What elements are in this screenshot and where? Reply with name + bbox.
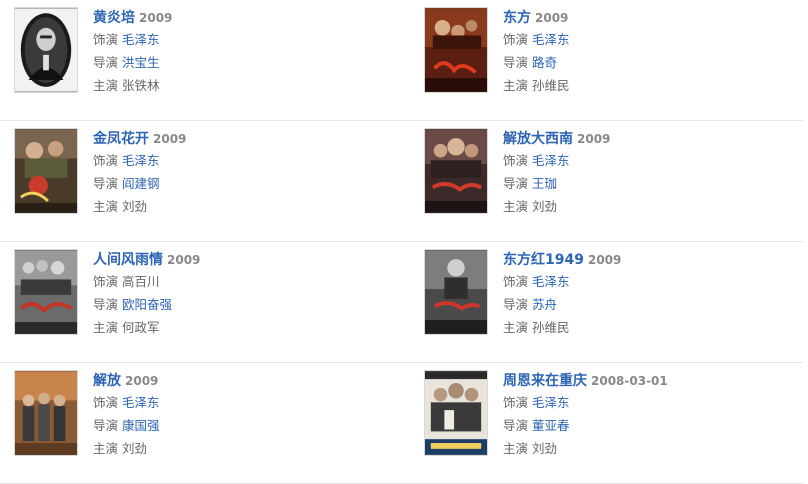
lead-actor: 刘劲 bbox=[122, 199, 148, 214]
film-card: 东方红1949 2009 饰演 毛泽东 导演 苏舟 主演 孙维民 bbox=[424, 242, 808, 363]
film-year: 2009 bbox=[587, 253, 622, 267]
role-label: 饰演 bbox=[93, 274, 119, 289]
film-title-link[interactable]: 周恩来在重庆 bbox=[503, 373, 587, 389]
film-card: 金凤花开 2009 饰演 毛泽东 导演 阎建钢 主演 刘劲 bbox=[14, 121, 404, 242]
film-title-link[interactable]: 东方红1949 bbox=[503, 252, 584, 268]
poster-image[interactable] bbox=[424, 249, 488, 335]
role-label: 饰演 bbox=[503, 274, 529, 289]
lead-label: 主演 bbox=[503, 199, 529, 214]
film-title-link[interactable]: 解放大西南 bbox=[503, 131, 573, 147]
lead-actor: 张铁林 bbox=[122, 78, 160, 93]
film-title-link[interactable]: 黄炎培 bbox=[93, 10, 135, 26]
director-label: 导演 bbox=[93, 176, 119, 191]
film-year: 2009 bbox=[167, 253, 201, 267]
director-label: 导演 bbox=[503, 297, 529, 312]
film-row: 黄炎培 2009 饰演 毛泽东 导演 洪宝生 主演 张铁林 东方 2009 饰演… bbox=[0, 0, 808, 121]
film-title-link[interactable]: 人间风雨情 bbox=[93, 252, 163, 268]
film-year: 2009 bbox=[125, 374, 159, 388]
lead-label: 主演 bbox=[93, 199, 119, 214]
director-label: 导演 bbox=[503, 55, 529, 70]
film-card: 周恩来在重庆 2008-03-01 饰演 毛泽东 导演 董亚春 主演 刘劲 bbox=[424, 363, 808, 484]
lead-label: 主演 bbox=[93, 320, 119, 335]
role-link[interactable]: 毛泽东 bbox=[532, 32, 570, 47]
lead-actor: 刘劲 bbox=[532, 199, 558, 214]
film-row: 金凤花开 2009 饰演 毛泽东 导演 阎建钢 主演 刘劲 解放大西南 2009… bbox=[0, 121, 808, 242]
director-label: 导演 bbox=[93, 418, 119, 433]
film-card: 东方 2009 饰演 毛泽东 导演 路奇 主演 孙维民 bbox=[424, 0, 808, 121]
film-year: 2009 bbox=[153, 132, 187, 146]
lead-label: 主演 bbox=[503, 320, 529, 335]
role-label: 饰演 bbox=[93, 32, 119, 47]
director-link[interactable]: 苏舟 bbox=[532, 297, 557, 312]
poster-image[interactable] bbox=[14, 249, 78, 335]
director-link[interactable]: 洪宝生 bbox=[122, 55, 160, 70]
film-title-link[interactable]: 金凤花开 bbox=[93, 131, 149, 147]
role-label: 饰演 bbox=[93, 395, 119, 410]
lead-label: 主演 bbox=[503, 441, 529, 456]
lead-label: 主演 bbox=[93, 441, 119, 456]
film-row: 解放 2009 饰演 毛泽东 导演 康国强 主演 刘劲 周恩来在重庆 2008-… bbox=[0, 363, 808, 484]
poster-image[interactable] bbox=[424, 128, 488, 214]
film-card: 解放大西南 2009 饰演 毛泽东 导演 王珈 主演 刘劲 bbox=[424, 121, 808, 242]
role-label: 饰演 bbox=[93, 153, 119, 168]
director-link[interactable]: 王珈 bbox=[532, 176, 557, 191]
director-link[interactable]: 路奇 bbox=[532, 55, 557, 70]
poster-image[interactable] bbox=[14, 370, 78, 456]
director-link[interactable]: 欧阳奋强 bbox=[122, 297, 172, 312]
director-link[interactable]: 康国强 bbox=[122, 418, 160, 433]
film-card: 解放 2009 饰演 毛泽东 导演 康国强 主演 刘劲 bbox=[14, 363, 404, 484]
role-name: 高百川 bbox=[122, 274, 160, 289]
lead-actor: 何政军 bbox=[122, 320, 160, 335]
role-link[interactable]: 毛泽东 bbox=[532, 395, 570, 410]
film-card: 人间风雨情 2009 饰演 高百川 导演 欧阳奋强 主演 何政军 bbox=[14, 242, 404, 363]
role-label: 饰演 bbox=[503, 395, 529, 410]
lead-actor: 刘劲 bbox=[532, 441, 558, 456]
film-year: 2008-03-01 bbox=[591, 374, 668, 388]
lead-label: 主演 bbox=[503, 78, 529, 93]
film-year: 2009 bbox=[139, 11, 173, 25]
role-label: 饰演 bbox=[503, 32, 529, 47]
lead-actor: 孙维民 bbox=[532, 78, 570, 93]
poster-image[interactable] bbox=[424, 370, 488, 456]
role-link[interactable]: 毛泽东 bbox=[122, 395, 160, 410]
lead-label: 主演 bbox=[93, 78, 119, 93]
director-label: 导演 bbox=[503, 418, 529, 433]
role-label: 饰演 bbox=[503, 153, 529, 168]
poster-image[interactable] bbox=[14, 128, 78, 214]
poster-image[interactable] bbox=[424, 7, 488, 93]
film-title-link[interactable]: 解放 bbox=[93, 373, 121, 389]
role-link[interactable]: 毛泽东 bbox=[122, 32, 160, 47]
director-label: 导演 bbox=[93, 297, 119, 312]
film-title-link[interactable]: 东方 bbox=[503, 10, 531, 26]
film-year: 2009 bbox=[577, 132, 611, 146]
lead-actor: 刘劲 bbox=[122, 441, 148, 456]
director-link[interactable]: 董亚春 bbox=[532, 418, 570, 433]
poster-image[interactable] bbox=[14, 7, 78, 93]
film-card: 黄炎培 2009 饰演 毛泽东 导演 洪宝生 主演 张铁林 bbox=[14, 0, 404, 121]
film-year: 2009 bbox=[535, 11, 569, 25]
director-label: 导演 bbox=[93, 55, 119, 70]
role-link[interactable]: 毛泽东 bbox=[532, 153, 570, 168]
lead-actor: 孙维民 bbox=[532, 320, 570, 335]
film-row: 人间风雨情 2009 饰演 高百川 导演 欧阳奋强 主演 何政军 东方红1949… bbox=[0, 242, 808, 363]
role-link[interactable]: 毛泽东 bbox=[532, 274, 570, 289]
director-label: 导演 bbox=[503, 176, 529, 191]
director-link[interactable]: 阎建钢 bbox=[122, 176, 160, 191]
film-list: 黄炎培 2009 饰演 毛泽东 导演 洪宝生 主演 张铁林 东方 2009 饰演… bbox=[0, 0, 808, 484]
role-link[interactable]: 毛泽东 bbox=[122, 153, 160, 168]
